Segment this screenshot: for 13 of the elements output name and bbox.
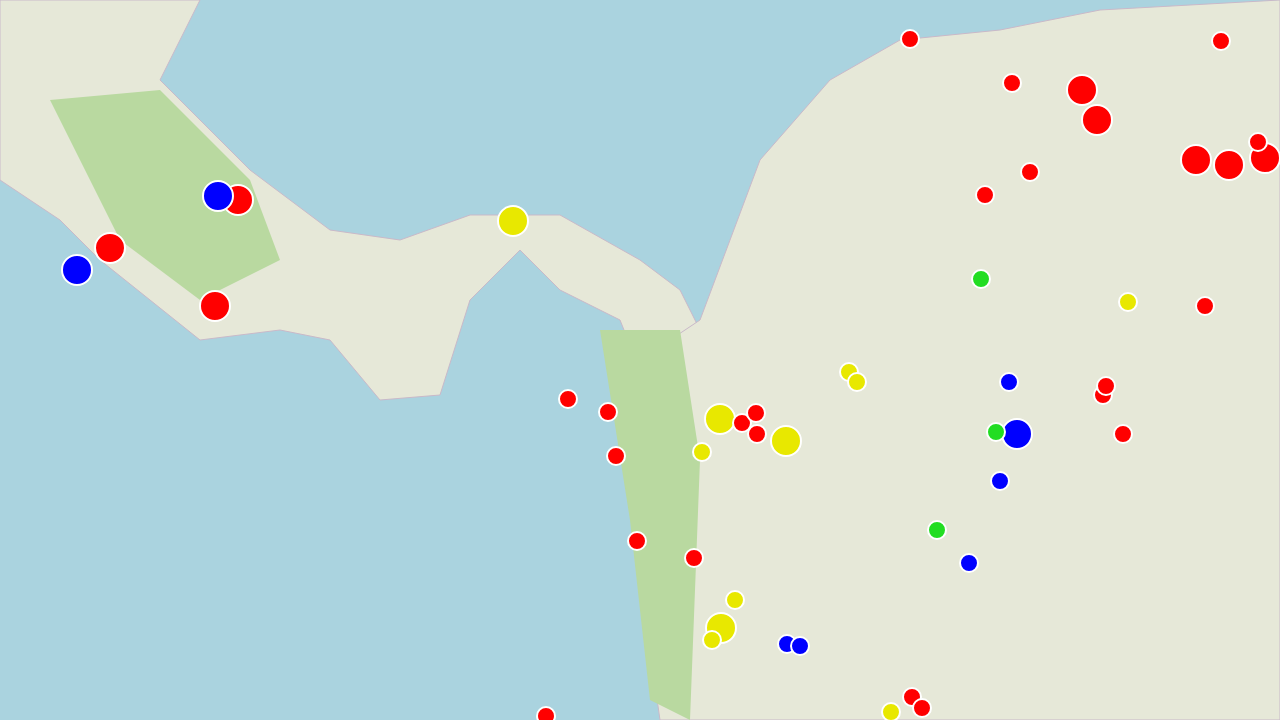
map-marker[interactable] bbox=[1213, 149, 1245, 181]
map-marker[interactable] bbox=[1001, 418, 1033, 450]
map-marker[interactable] bbox=[61, 254, 93, 286]
map-marker[interactable] bbox=[1066, 74, 1098, 106]
map-marker[interactable] bbox=[202, 180, 234, 212]
map-marker[interactable] bbox=[704, 403, 736, 435]
map-marker[interactable] bbox=[94, 232, 126, 264]
map-marker[interactable] bbox=[199, 290, 231, 322]
map-marker[interactable] bbox=[1249, 142, 1280, 174]
map-marker[interactable] bbox=[1081, 104, 1113, 136]
map-marker[interactable] bbox=[770, 425, 802, 457]
map-marker[interactable] bbox=[497, 205, 529, 237]
map-marker[interactable] bbox=[1180, 144, 1212, 176]
